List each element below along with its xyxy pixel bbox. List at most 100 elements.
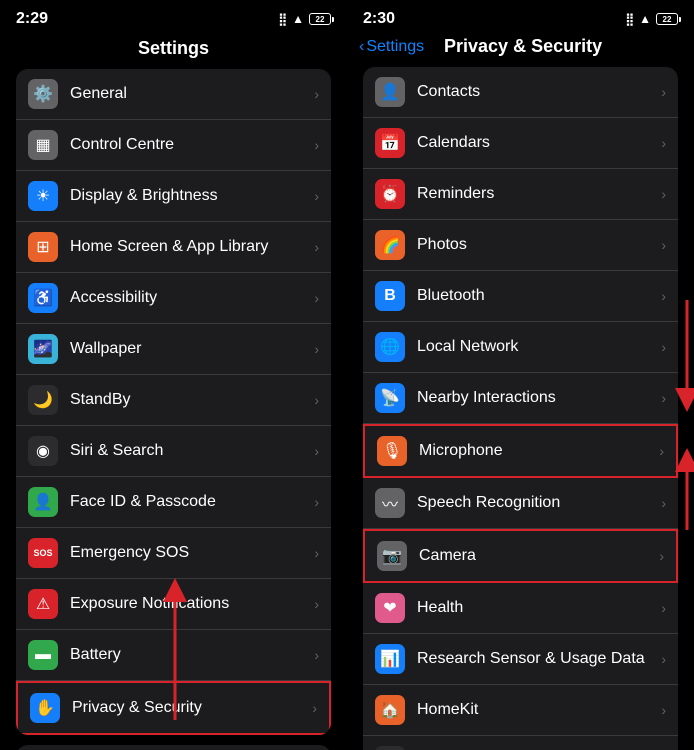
list-item-control-centre[interactable]: ▦Control Centre› [16, 120, 331, 171]
research-icon: 📊 [375, 644, 405, 674]
wallpaper-icon: 🌌 [28, 334, 58, 364]
battery-label: Battery [70, 646, 314, 664]
home-screen-icon: ⊞ [28, 232, 58, 262]
reminders-icon: ⏰ [375, 179, 405, 209]
home-screen-label: Home Screen & App Library [70, 238, 314, 256]
right-page-title: Privacy & Security [424, 36, 622, 57]
faceid-chevron: › [314, 494, 319, 510]
left-time: 2:29 [16, 10, 48, 28]
list-item-sos[interactable]: SOS Emergency SOS› [16, 528, 331, 579]
list-item-faceid[interactable]: 👤 Face ID & Passcode› [16, 477, 331, 528]
homekit-icon: 🏠 [375, 695, 405, 725]
privacy-label: Privacy & Security [72, 699, 312, 717]
privacy-icon: ✋ [30, 693, 60, 723]
microphone-label: Microphone [419, 442, 659, 460]
accessibility-label: Accessibility [70, 289, 314, 307]
list-item-speech[interactable]: 〰Speech Recognition› [363, 478, 678, 529]
sos-icon: SOS [28, 538, 58, 568]
list-item-wallet2[interactable]: ≡Wallet› [363, 736, 678, 750]
list-item-siri[interactable]: ◉Siri & Search› [16, 426, 331, 477]
battery-icon: 22 [309, 13, 331, 25]
general-label: General [70, 85, 314, 103]
accessibility-chevron: › [314, 290, 319, 306]
camera-icon: 📷 [377, 541, 407, 571]
right-time: 2:30 [363, 10, 395, 28]
left-status-icons: ⣿ ▲ 22 [278, 12, 331, 26]
list-item-nearby[interactable]: 📡Nearby Interactions› [363, 373, 678, 424]
health-chevron: › [661, 600, 666, 616]
list-item-photos[interactable]: 🌈Photos› [363, 220, 678, 271]
bluetooth-chevron: › [661, 288, 666, 304]
back-button[interactable]: ‹ Settings [359, 38, 424, 56]
camera-label: Camera [419, 547, 659, 565]
list-item-accessibility[interactable]: ♿ Accessibility› [16, 273, 331, 324]
sos-label: Emergency SOS [70, 544, 314, 562]
list-item-battery[interactable]: ▬Battery› [16, 630, 331, 681]
homekit-label: HomeKit [417, 701, 661, 719]
speech-label: Speech Recognition [417, 494, 661, 512]
right-status-icons: ⣿ ▲ 22 [625, 12, 678, 26]
list-item-local-network[interactable]: 🌐Local Network› [363, 322, 678, 373]
siri-label: Siri & Search [70, 442, 314, 460]
display-label: Display & Brightness [70, 187, 314, 205]
list-item-exposure[interactable]: ⚠Exposure Notifications› [16, 579, 331, 630]
nearby-icon: 📡 [375, 383, 405, 413]
photos-label: Photos [417, 236, 661, 254]
calendars-chevron: › [661, 135, 666, 151]
list-item-homekit[interactable]: 🏠 HomeKit› [363, 685, 678, 736]
privacy-chevron: › [312, 700, 317, 716]
list-item-bluetooth[interactable]: BBluetooth› [363, 271, 678, 322]
right-panel-wrapper: 2:30 ⣿ ▲ 22 ‹ Settings Privacy & Securit… [347, 0, 694, 750]
wifi-icon: ▲ [292, 12, 304, 26]
left-panel: 2:29 ⣿ ▲ 22 Settings ⚙️General›▦Control … [0, 0, 347, 750]
left-main-section: ⚙️General›▦Control Centre›☀Display & Bri… [16, 69, 331, 735]
list-item-home-screen[interactable]: ⊞ Home Screen & App Library› [16, 222, 331, 273]
wallet2-icon: ≡ [375, 746, 405, 750]
control-centre-chevron: › [314, 137, 319, 153]
homekit-chevron: › [661, 702, 666, 718]
reminders-label: Reminders [417, 185, 661, 203]
wallpaper-chevron: › [314, 341, 319, 357]
list-item-general[interactable]: ⚙️General› [16, 69, 331, 120]
research-chevron: › [661, 651, 666, 667]
list-item-microphone[interactable]: 🎙 Microphone› [363, 424, 678, 478]
list-item-standby[interactable]: 🌙StandBy› [16, 375, 331, 426]
list-item-health[interactable]: ❤Health› [363, 583, 678, 634]
nearby-label: Nearby Interactions [417, 389, 661, 407]
right-panel: 2:30 ⣿ ▲ 22 ‹ Settings Privacy & Securit… [347, 0, 694, 750]
faceid-label: Face ID & Passcode [70, 493, 314, 511]
list-item-display[interactable]: ☀Display & Brightness› [16, 171, 331, 222]
calendars-label: Calendars [417, 134, 661, 152]
general-chevron: › [314, 86, 319, 102]
list-item-contacts[interactable]: 👤 Contacts› [363, 67, 678, 118]
list-item-camera[interactable]: 📷Camera› [363, 529, 678, 583]
right-status-bar: 2:30 ⣿ ▲ 22 [347, 0, 694, 32]
right-wifi-icon: ▲ [639, 12, 651, 26]
control-centre-label: Control Centre [70, 136, 314, 154]
list-item-calendars[interactable]: 📅Calendars› [363, 118, 678, 169]
contacts-icon: 👤 [375, 77, 405, 107]
microphone-icon: 🎙 [377, 436, 407, 466]
list-item-wallpaper[interactable]: 🌌Wallpaper› [16, 324, 331, 375]
accessibility-icon: ♿ [28, 283, 58, 313]
microphone-chevron: › [659, 443, 664, 459]
list-item-appstore[interactable]: AApp Store› [16, 745, 331, 750]
right-nav-header: ‹ Settings Privacy & Security [347, 32, 694, 67]
left-settings-list[interactable]: ⚙️General›▦Control Centre›☀Display & Bri… [0, 69, 347, 750]
contacts-chevron: › [661, 84, 666, 100]
photos-chevron: › [661, 237, 666, 253]
contacts-label: Contacts [417, 83, 661, 101]
battery-chevron: › [314, 647, 319, 663]
home-screen-chevron: › [314, 239, 319, 255]
faceid-icon: 👤 [28, 487, 58, 517]
list-item-research[interactable]: 📊Research Sensor & Usage Data› [363, 634, 678, 685]
bluetooth-icon: B [375, 281, 405, 311]
exposure-label: Exposure Notifications [70, 595, 314, 613]
local-network-chevron: › [661, 339, 666, 355]
list-item-reminders[interactable]: ⏰Reminders› [363, 169, 678, 220]
sos-chevron: › [314, 545, 319, 561]
list-item-privacy[interactable]: ✋ Privacy & Security› [16, 681, 331, 735]
exposure-icon: ⚠ [28, 589, 58, 619]
right-settings-list[interactable]: 👤Contacts›📅Calendars›⏰Reminders›🌈Photos›… [347, 67, 694, 750]
local-network-icon: 🌐 [375, 332, 405, 362]
